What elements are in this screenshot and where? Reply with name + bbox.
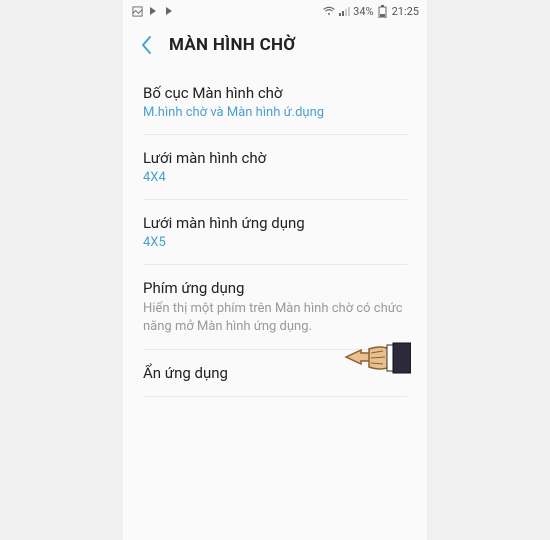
- item-apps-grid[interactable]: Lưới màn hình ứng dụng 4X5: [123, 200, 427, 264]
- item-title: Ẩn ứng dụng: [143, 364, 407, 382]
- item-description: Hiển thị một phím trên Màn hình chờ có c…: [143, 300, 407, 335]
- play-icon: [147, 5, 159, 17]
- item-home-grid[interactable]: Lưới màn hình chờ 4X4: [123, 135, 427, 199]
- settings-list: Bố cục Màn hình chờ M.hình chờ và Màn hì…: [123, 70, 427, 397]
- divider: [143, 396, 407, 397]
- header: MÀN HÌNH CHỜ: [123, 22, 427, 70]
- item-hide-apps[interactable]: Ẩn ứng dụng: [123, 350, 427, 396]
- item-value: 4X4: [143, 170, 407, 185]
- item-layout-home[interactable]: Bố cục Màn hình chờ M.hình chờ và Màn hì…: [123, 70, 427, 134]
- clock-time: 21:25: [392, 5, 419, 18]
- item-apps-button[interactable]: Phím ứng dụng Hiển thị một phím trên Màn…: [123, 265, 427, 349]
- item-value: 4X5: [143, 235, 407, 250]
- item-value: M.hình chờ và Màn hình ứ.dụng: [143, 105, 407, 120]
- play-icon-2: [163, 5, 175, 17]
- wifi-icon: [323, 5, 335, 17]
- item-title: Lưới màn hình chờ: [143, 149, 407, 167]
- item-title: Bố cục Màn hình chờ: [143, 84, 407, 102]
- gallery-icon: [131, 5, 143, 17]
- back-button[interactable]: [139, 34, 153, 56]
- battery-percent: 34%: [353, 5, 373, 18]
- page-title: MÀN HÌNH CHỜ: [169, 35, 296, 55]
- battery-icon: [377, 5, 389, 17]
- item-title: Lưới màn hình ứng dụng: [143, 214, 407, 232]
- item-title: Phím ứng dụng: [143, 279, 407, 297]
- status-bar: 34% 21:25: [123, 0, 427, 22]
- signal-icon: [338, 5, 350, 17]
